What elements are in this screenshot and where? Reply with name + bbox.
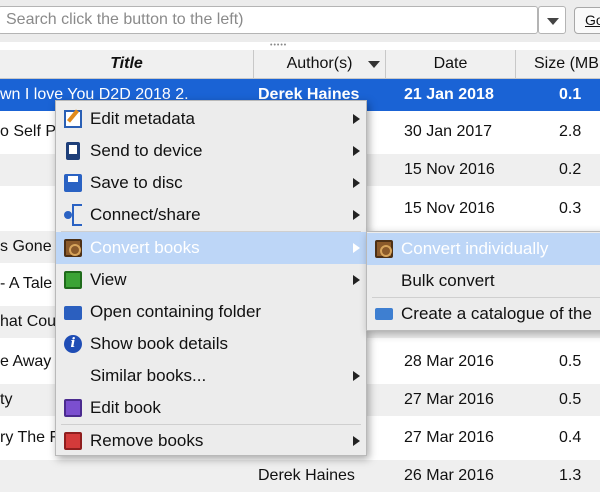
submenu-item-label: Convert individually	[401, 239, 549, 258]
menu-item-label: Remove books	[90, 431, 204, 450]
search-input[interactable]: Search click the button to the left)	[0, 6, 538, 34]
convert-icon	[64, 239, 82, 257]
menu-item-label: Send to device	[90, 141, 203, 160]
menu-item-label: Open containing folder	[90, 302, 262, 321]
column-size[interactable]: Size (MB	[516, 50, 600, 78]
folder-icon	[64, 306, 82, 320]
sort-descending-icon	[368, 61, 380, 68]
menu-item-convert-books[interactable]: Convert books	[56, 232, 366, 264]
catalog-icon	[375, 308, 393, 320]
column-date[interactable]: Date	[386, 50, 516, 78]
row-date: 27 Mar 2016	[404, 429, 494, 446]
menu-item-open-containing-folder[interactable]: Open containing folder	[56, 296, 366, 328]
menu-item-show-book-details[interactable]: i Show book details	[56, 328, 366, 360]
context-menu: Edit metadata Send to device Save to dis…	[55, 100, 367, 456]
info-icon: i	[64, 335, 82, 353]
edit-metadata-icon	[64, 110, 82, 128]
convert-icon	[375, 240, 393, 258]
submenu-arrow-icon	[353, 371, 360, 381]
menu-item-edit-book[interactable]: Edit book	[56, 392, 366, 424]
menu-item-connect-share[interactable]: Connect/share	[56, 199, 366, 231]
search-toolbar: Search click the button to the left) Go	[0, 0, 600, 42]
row-size: 0.4	[559, 429, 582, 446]
table-row[interactable]: Derek Haines 26 Mar 2016 1.3	[0, 460, 600, 492]
submenu-arrow-icon	[353, 243, 360, 253]
row-size: 0.2	[559, 161, 582, 178]
row-size: 1.3	[559, 467, 582, 484]
menu-item-label: View	[90, 270, 127, 289]
menu-item-label: Edit book	[90, 398, 161, 417]
row-size: 0.1	[559, 86, 582, 103]
row-date: 28 Mar 2016	[404, 353, 494, 370]
submenu-arrow-icon	[353, 275, 360, 285]
row-date: 30 Jan 2017	[404, 123, 493, 140]
row-date: 15 Nov 2016	[404, 161, 495, 178]
submenu-arrow-icon	[353, 146, 360, 156]
menu-item-remove-books[interactable]: Remove books	[56, 425, 366, 457]
save-icon	[64, 174, 82, 192]
submenu-item-label: Create a catalogue of the	[401, 304, 592, 323]
splitter-grip[interactable]: •••••	[270, 42, 287, 49]
table-header: Title Author(s) Date Size (MB	[0, 50, 600, 79]
row-title	[0, 460, 250, 492]
row-size: 0.3	[559, 200, 582, 217]
convert-submenu: Convert individually Bulk convert Create…	[366, 231, 600, 331]
menu-item-send-to-device[interactable]: Send to device	[56, 135, 366, 167]
menu-item-label: Save to disc	[90, 173, 183, 192]
row-size: 2.8	[559, 123, 582, 140]
row-date: 21 Jan 2018	[404, 86, 494, 103]
remove-icon	[64, 432, 82, 450]
row-date: 26 Mar 2016	[404, 467, 494, 484]
submenu-item-convert-individually[interactable]: Convert individually	[367, 233, 600, 265]
submenu-arrow-icon	[353, 436, 360, 446]
menu-item-view[interactable]: View	[56, 264, 366, 296]
menu-item-label: Similar books...	[90, 366, 207, 385]
row-size: 0.5	[559, 353, 582, 370]
submenu-arrow-icon	[353, 210, 360, 220]
edit-book-icon	[64, 399, 82, 417]
menu-item-save-to-disc[interactable]: Save to disc	[56, 167, 366, 199]
menu-item-label: Convert books	[90, 238, 200, 257]
submenu-item-label: Bulk convert	[401, 271, 495, 290]
search-history-dropdown[interactable]	[538, 6, 566, 34]
row-date: 15 Nov 2016	[404, 200, 495, 217]
view-icon	[64, 271, 82, 289]
menu-item-edit-metadata[interactable]: Edit metadata	[56, 103, 366, 135]
share-icon	[64, 204, 82, 226]
column-title[interactable]: Title	[0, 50, 254, 78]
row-size: 0.5	[559, 391, 582, 408]
submenu-item-create-catalogue[interactable]: Create a catalogue of the	[367, 298, 600, 330]
row-author: Derek Haines	[258, 467, 355, 484]
menu-item-similar-books[interactable]: Similar books...	[56, 360, 366, 392]
device-icon	[66, 142, 80, 160]
row-date: 27 Mar 2016	[404, 391, 494, 408]
menu-item-label: Connect/share	[90, 205, 201, 224]
go-button[interactable]: Go	[574, 7, 600, 34]
menu-item-label: Edit metadata	[90, 109, 195, 128]
column-author[interactable]: Author(s)	[254, 50, 386, 78]
submenu-item-bulk-convert[interactable]: Bulk convert	[367, 265, 600, 297]
submenu-arrow-icon	[353, 114, 360, 124]
submenu-arrow-icon	[353, 178, 360, 188]
menu-item-label: Show book details	[90, 334, 228, 353]
